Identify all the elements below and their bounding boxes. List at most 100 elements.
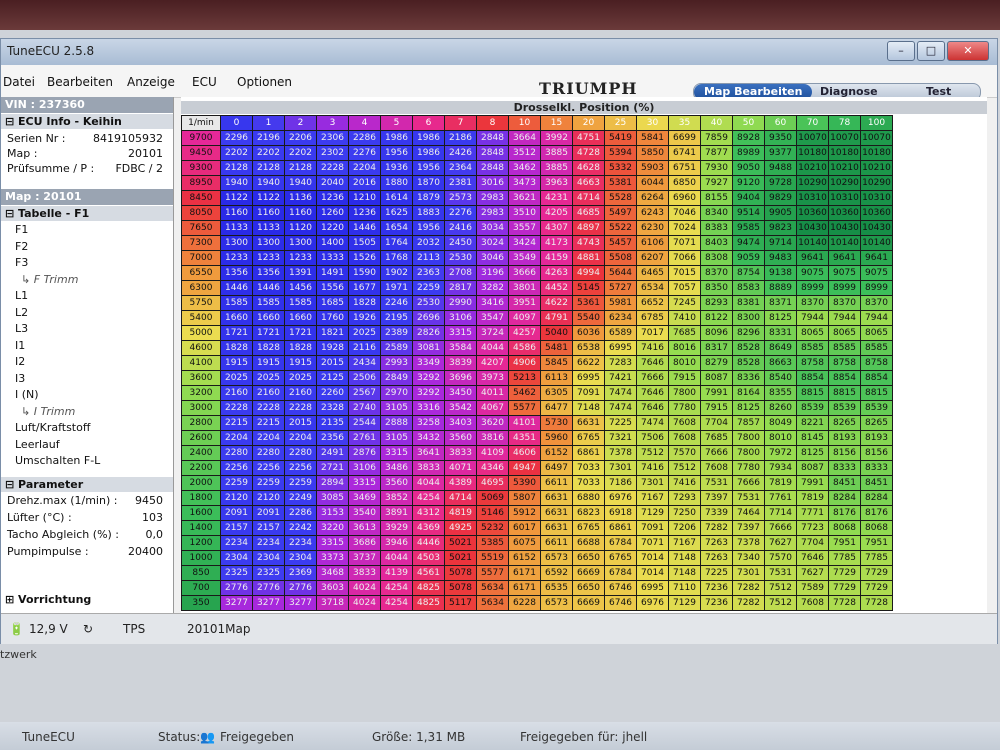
map-cell[interactable]: 6741	[668, 145, 701, 161]
map-cell[interactable]: 6688	[572, 535, 605, 551]
map-cell[interactable]: 8815	[828, 385, 861, 401]
map-cell[interactable]: 7416	[668, 475, 701, 491]
map-cell[interactable]: 2160	[220, 385, 253, 401]
map-cell[interactable]: 7944	[860, 310, 893, 326]
map-cell[interactable]: 9905	[764, 205, 797, 221]
map-cell[interactable]: 7531	[732, 490, 765, 506]
map-cell[interactable]: 8087	[796, 460, 829, 476]
map-cell[interactable]: 4139	[380, 565, 413, 581]
map-cell[interactable]: 6538	[572, 340, 605, 356]
map-cell[interactable]: 6650	[572, 550, 605, 566]
map-cell[interactable]: 10290	[828, 175, 861, 191]
map-cell[interactable]: 7236	[700, 580, 733, 596]
map-cell[interactable]: 2242	[284, 520, 317, 536]
map-cell[interactable]: 6631	[540, 490, 573, 506]
table-list-item[interactable]: I (N)	[15, 388, 39, 401]
map-cell[interactable]: 1654	[380, 220, 413, 236]
map-cell[interactable]: 8815	[860, 385, 893, 401]
rpm-row-header[interactable]: 1400	[181, 520, 221, 536]
throttle-column-header[interactable]: 6	[412, 115, 445, 131]
map-cell[interactable]: 3992	[540, 130, 573, 146]
map-cell[interactable]: 8403	[700, 235, 733, 251]
map-cell[interactable]: 3081	[412, 340, 445, 356]
map-cell[interactable]: 7250	[668, 505, 701, 521]
map-cell[interactable]: 1760	[316, 310, 349, 326]
map-cell[interactable]: 2356	[316, 430, 349, 446]
map-cell[interactable]: 8265	[828, 415, 861, 431]
map-cell[interactable]: 1677	[348, 280, 381, 296]
map-cell[interactable]: 7046	[668, 205, 701, 221]
map-cell[interactable]: 2015	[316, 355, 349, 371]
rpm-row-header[interactable]: 6550	[181, 265, 221, 281]
map-cell[interactable]: 7512	[764, 580, 797, 596]
map-cell[interactable]: 2256	[220, 460, 253, 476]
rpm-row-header[interactable]: 850	[181, 565, 221, 581]
map-cell[interactable]: 7512	[636, 445, 669, 461]
table-list-item[interactable]: I1	[15, 339, 25, 352]
map-cell[interactable]: 6535	[540, 580, 573, 596]
rpm-row-header[interactable]: 5400	[181, 310, 221, 326]
map-cell[interactable]: 2280	[284, 445, 317, 461]
map-cell[interactable]: 6477	[540, 400, 573, 416]
map-cell[interactable]: 8016	[668, 340, 701, 356]
map-cell[interactable]: 7263	[700, 535, 733, 551]
map-cell[interactable]: 7857	[732, 415, 765, 431]
map-cell[interactable]: 9714	[764, 235, 797, 251]
map-cell[interactable]: 8540	[764, 370, 797, 386]
minimize-button[interactable]: –	[887, 41, 915, 61]
map-cell[interactable]: 2113	[412, 250, 445, 266]
map-cell[interactable]: 4906	[508, 355, 541, 371]
table-list-item[interactable]: ↳ I Trimm	[21, 405, 75, 418]
map-cell[interactable]: 5540	[572, 310, 605, 326]
map-cell[interactable]: 2228	[316, 160, 349, 176]
map-cell[interactable]: 3220	[316, 520, 349, 536]
map-cell[interactable]: 3450	[444, 385, 477, 401]
throttle-column-header[interactable]: 8	[476, 115, 509, 131]
map-cell[interactable]: 10180	[796, 145, 829, 161]
map-cell[interactable]: 4743	[572, 235, 605, 251]
map-cell[interactable]: 3106	[348, 460, 381, 476]
map-cell[interactable]: 2228	[220, 400, 253, 416]
rpm-row-header[interactable]: 2000	[181, 475, 221, 491]
map-cell[interactable]: 1585	[284, 295, 317, 311]
throttle-column-header[interactable]: 10	[508, 115, 541, 131]
map-cell[interactable]: 2091	[220, 505, 253, 521]
map-cell[interactable]: 1828	[348, 295, 381, 311]
rpm-row-header[interactable]: 700	[181, 580, 221, 596]
map-cell[interactable]: 7785	[860, 550, 893, 566]
map-cell[interactable]: 7148	[572, 400, 605, 416]
map-cell[interactable]: 8370	[796, 295, 829, 311]
map-cell[interactable]: 5021	[444, 535, 477, 551]
map-cell[interactable]: 1233	[284, 250, 317, 266]
map-cell[interactable]: 2196	[252, 130, 285, 146]
rpm-row-header[interactable]: 8450	[181, 190, 221, 206]
map-cell[interactable]: 9377	[764, 145, 797, 161]
map-cell[interactable]: 6785	[636, 310, 669, 326]
map-cell[interactable]: 7017	[636, 325, 669, 341]
map-cell[interactable]: 1556	[316, 280, 349, 296]
map-cell[interactable]: 7800	[732, 430, 765, 446]
map-cell[interactable]: 7704	[796, 535, 829, 551]
map-cell[interactable]: 4561	[412, 565, 445, 581]
map-cell[interactable]: 7245	[668, 295, 701, 311]
map-cell[interactable]: 6152	[508, 550, 541, 566]
map-cell[interactable]: 5912	[508, 505, 541, 521]
rpm-row-header[interactable]: 9450	[181, 145, 221, 161]
map-cell[interactable]: 2276	[348, 145, 381, 161]
map-cell[interactable]: 8265	[860, 415, 893, 431]
map-cell[interactable]: 3833	[348, 565, 381, 581]
map-cell[interactable]: 3724	[476, 325, 509, 341]
map-cell[interactable]: 8308	[700, 250, 733, 266]
map-cell[interactable]: 7236	[700, 595, 733, 611]
map-cell[interactable]: 6880	[572, 490, 605, 506]
map-cell[interactable]: 2204	[252, 430, 285, 446]
map-cell[interactable]: 7685	[700, 430, 733, 446]
map-cell[interactable]: 8300	[732, 310, 765, 326]
map-cell[interactable]: 7934	[764, 460, 797, 476]
throttle-column-header[interactable]: 20	[572, 115, 605, 131]
map-cell[interactable]: 8065	[796, 325, 829, 341]
map-cell[interactable]: 5385	[476, 535, 509, 551]
table-list-item[interactable]: I3	[15, 372, 25, 385]
map-cell[interactable]: 9474	[732, 235, 765, 251]
map-cell[interactable]: 9641	[796, 250, 829, 266]
